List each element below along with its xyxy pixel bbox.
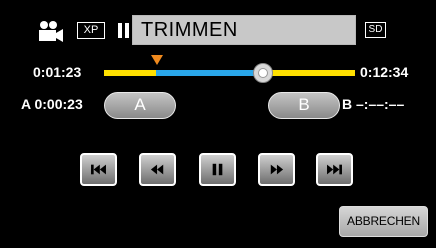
trim-screen: XP TRIMMEN SD 0:01:23 0:12:34 A 0:00:23 … [0,0,436,248]
pause-button[interactable] [199,153,236,186]
storage-badge: SD [365,22,386,38]
timeline-scrubber-knob[interactable] [253,63,273,83]
timeline-track-after [263,70,355,76]
quality-badge: XP [77,22,105,39]
fast-forward-button[interactable] [258,153,295,186]
page-title: TRIMMEN [141,19,238,41]
skip-to-start-button[interactable] [80,153,117,186]
set-point-a-button[interactable]: A [104,92,176,119]
fast-forward-icon [270,164,284,175]
video-camera-icon [39,21,63,42]
total-time: 0:12:34 [360,64,409,80]
skip-to-end-button[interactable] [316,153,353,186]
point-a-marker-icon [151,55,163,65]
pause-icon [212,163,223,176]
pause-status-icon [118,23,130,38]
title-bar: TRIMMEN [132,15,356,45]
skip-to-end-icon [327,164,342,175]
point-b-time: B –:––:–– [342,96,405,112]
set-point-b-button[interactable]: B [268,92,340,119]
timeline-track-selected [156,70,263,76]
rewind-icon [150,164,164,175]
cancel-button[interactable]: ABBRECHEN [339,206,428,237]
timeline-track-before [104,70,156,76]
current-time: 0:01:23 [33,64,82,80]
rewind-button[interactable] [139,153,176,186]
point-a-time: A 0:00:23 [21,96,83,112]
skip-to-start-icon [91,164,106,175]
